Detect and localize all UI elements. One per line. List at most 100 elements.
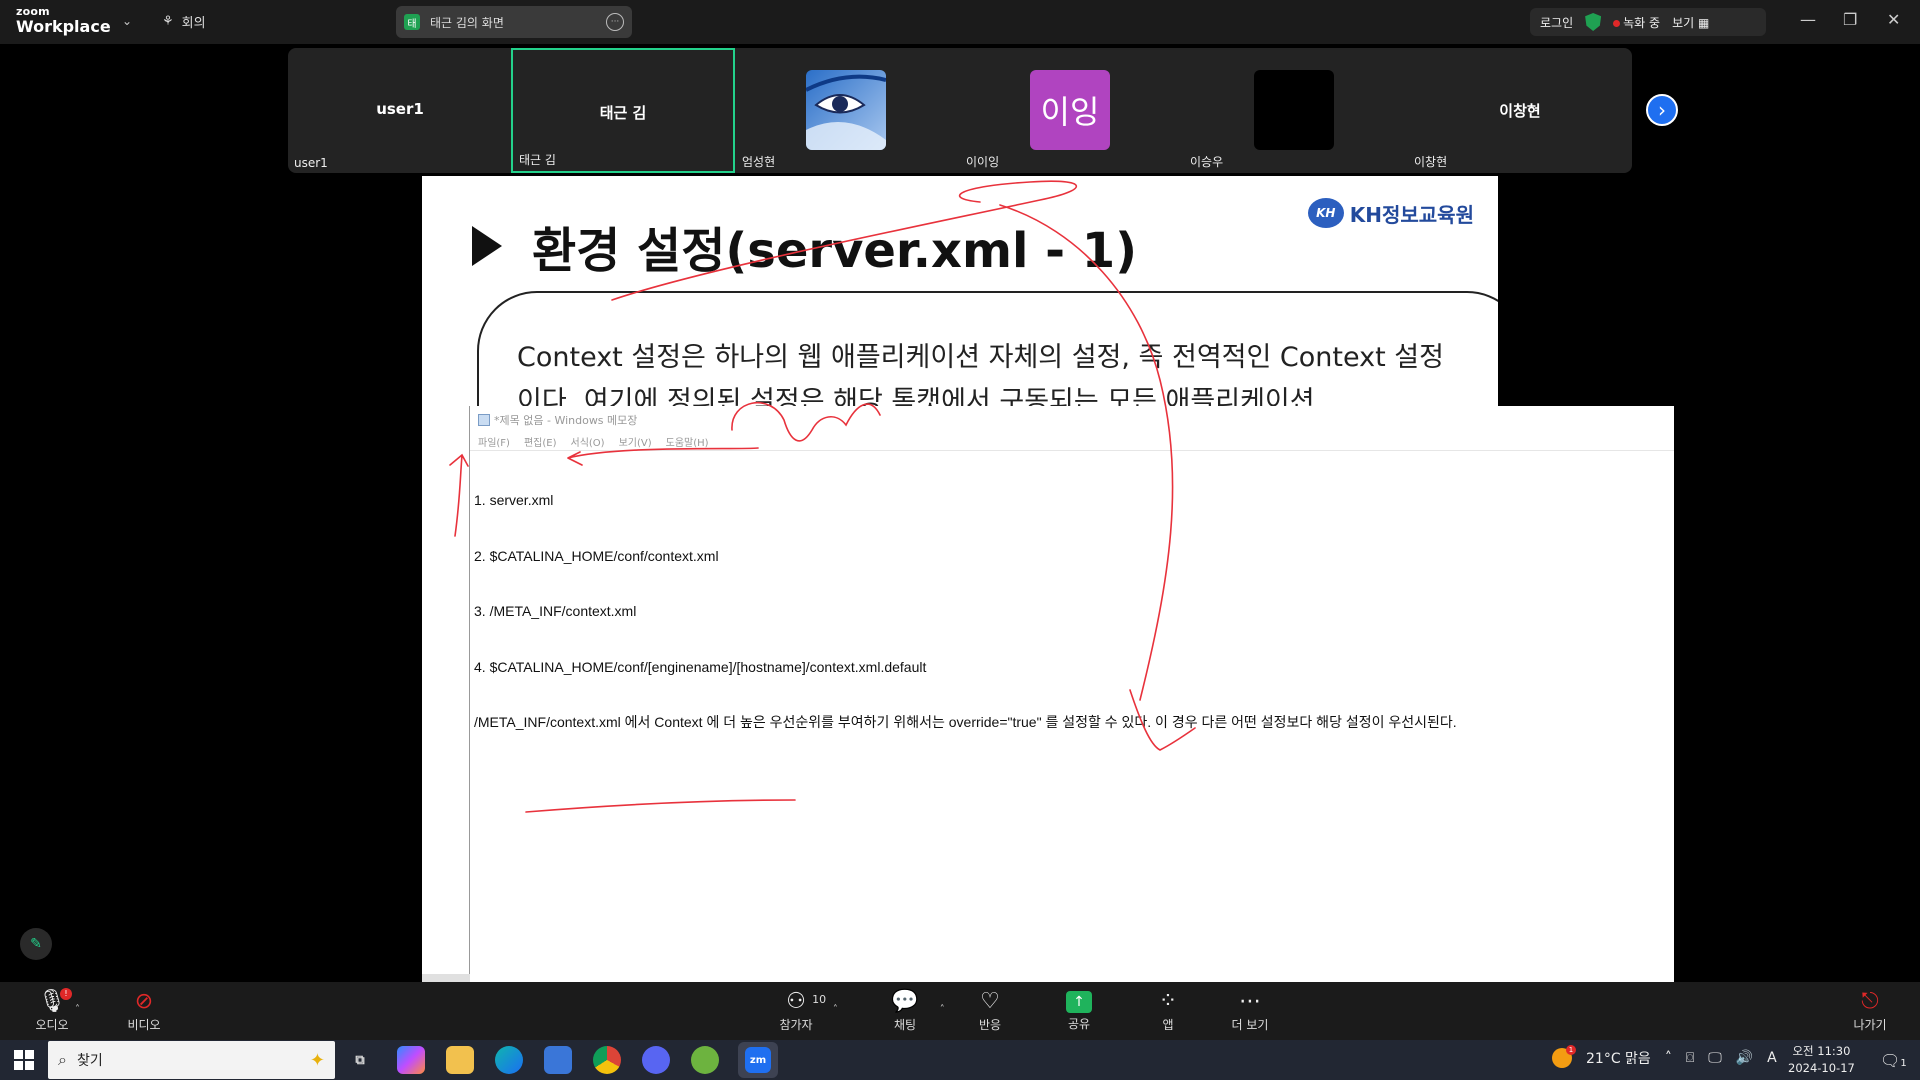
share-button[interactable]: ↑ 공유: [1047, 982, 1111, 1040]
more-label: 더 보기: [1231, 1017, 1269, 1032]
annotate-pencil-button[interactable]: ✎: [20, 928, 52, 960]
participant-tile[interactable]: user1 user1: [288, 48, 512, 173]
chevron-down-icon[interactable]: ⌄: [122, 14, 132, 28]
windows-start-icon[interactable]: [14, 1050, 34, 1070]
task-view-icon[interactable]: ⧉: [346, 1046, 374, 1074]
caret-up-icon[interactable]: ˄: [940, 998, 945, 1022]
search-placeholder: 찾기: [76, 1053, 103, 1069]
notepad-window[interactable]: *제목 없음 - Windows 메모장 파일(F) 편집(E) 서식(O) 보…: [469, 406, 1674, 982]
taskbar-search[interactable]: ⌕ 찾기 ✦: [48, 1041, 335, 1079]
text-line: 1. server.xml: [474, 492, 554, 508]
brand-small: zoom: [16, 5, 50, 18]
copilot-icon[interactable]: [397, 1046, 425, 1074]
minimize-icon[interactable]: —: [1800, 10, 1816, 29]
participants-label: 참가자: [779, 1017, 813, 1032]
alert-badge: !: [59, 987, 72, 1000]
heart-icon: ♡: [980, 988, 1000, 1014]
avatar: 이잉: [1030, 70, 1110, 150]
view-button[interactable]: 보기 ▦: [1672, 14, 1709, 31]
menu-edit[interactable]: 편집(E): [524, 434, 557, 449]
notepad-title: *제목 없음 - Windows 메모장: [494, 414, 638, 427]
store-icon[interactable]: [544, 1046, 572, 1074]
ime-indicator[interactable]: A: [1767, 1050, 1777, 1066]
restore-icon[interactable]: ❐: [1843, 10, 1857, 29]
audio-button[interactable]: 🎙! ˄ 오디오: [20, 982, 84, 1040]
share-label: 공유: [1067, 1016, 1091, 1031]
notification-count: 1: [1900, 1058, 1907, 1069]
notepad-icon: [478, 414, 490, 426]
view-label: 보기: [1672, 15, 1695, 30]
zoom-logo[interactable]: zoom Workplace: [16, 6, 111, 35]
search-icon: ⌕: [58, 1050, 67, 1069]
menu-help[interactable]: 도움말(H): [666, 434, 709, 449]
next-page-button[interactable]: ›: [1646, 94, 1678, 126]
video-button[interactable]: ⊘ 비디오: [112, 982, 176, 1040]
close-icon[interactable]: ✕: [1887, 10, 1900, 29]
more-icon: ⋯: [1239, 988, 1261, 1014]
caret-up-icon[interactable]: ˄: [833, 998, 838, 1022]
more-options-icon[interactable]: ···: [606, 13, 624, 31]
network-icon[interactable]: 🖵: [1708, 1050, 1722, 1066]
weather-text[interactable]: 21°C 맑음: [1586, 1048, 1651, 1068]
menu-file[interactable]: 파일(F): [478, 434, 510, 449]
participant-name: 이창현: [1414, 155, 1448, 169]
taskbar-clock[interactable]: 오전 11:30 2024-10-17: [1788, 1043, 1855, 1077]
login-button[interactable]: 로그인: [1540, 14, 1573, 31]
clock-date: 2024-10-17: [1788, 1061, 1855, 1075]
share-source-label: 태근 김의 화면: [430, 15, 504, 30]
participant-tile[interactable]: 이창현 이창현: [1408, 48, 1632, 173]
chat-icon: 💬 ˄: [891, 989, 944, 1015]
sparkle-icon: ✦: [309, 1049, 325, 1071]
brand-name: Workplace: [16, 17, 111, 36]
meeting-menu[interactable]: ⚘ 회의: [162, 12, 206, 31]
participant-tile[interactable]: 엄성현: [736, 48, 960, 173]
grid-icon: ▦: [1697, 15, 1710, 30]
volume-icon[interactable]: 🔊: [1736, 1050, 1753, 1066]
slide-title: 환경 설정(server.xml - 1): [532, 223, 1138, 279]
chrome-icon[interactable]: [593, 1046, 621, 1074]
participant-tile[interactable]: 이잉 이이잉: [960, 48, 1184, 173]
leave-button[interactable]: ⎋ 나가기: [1838, 982, 1902, 1040]
caret-up-icon[interactable]: ˄: [75, 998, 80, 1022]
file-explorer-icon[interactable]: [446, 1046, 474, 1074]
slide-scroll-strip: [422, 974, 470, 982]
chat-button[interactable]: 💬 ˄ 채팅: [873, 982, 944, 1040]
participant-tile[interactable]: 이승우: [1184, 48, 1408, 173]
video-off-icon: ⊘: [134, 988, 154, 1014]
people-icon: ⚘: [162, 14, 174, 29]
text-line: 3. /META_INF/context.xml: [474, 603, 637, 619]
menu-format[interactable]: 서식(O): [571, 434, 605, 449]
camera-icon[interactable]: ⌼: [1686, 1050, 1694, 1066]
shield-icon[interactable]: [1585, 13, 1602, 31]
participant-name: 엄성현: [742, 155, 776, 169]
participant-center-name: 태근 김: [599, 104, 647, 122]
audio-label: 오디오: [35, 1017, 69, 1032]
participant-tile-active-speaker[interactable]: 태근 김 태근 김: [511, 48, 735, 173]
participants-button[interactable]: ⚇ 10 ˄ 참가자: [764, 982, 838, 1040]
tray-chevron-icon[interactable]: ˄: [1665, 1050, 1672, 1066]
notepad-text-area[interactable]: 1. server.xml 2. $CATALINA_HOME/conf/con…: [474, 454, 1457, 769]
avatar: [1254, 70, 1334, 150]
participants-icon: ⚇ 10 ˄: [786, 989, 838, 1015]
share-source-pill[interactable]: 태 태근 김의 화면 ···: [396, 6, 632, 38]
weather-icon[interactable]: 1: [1552, 1045, 1576, 1068]
reactions-label: 반응: [978, 1017, 1002, 1032]
participant-center-name: 이창현: [1499, 102, 1541, 120]
meeting-label: 회의: [181, 16, 206, 31]
more-button[interactable]: ⋯ 더 보기: [1218, 982, 1282, 1040]
video-label: 비디오: [127, 1017, 161, 1032]
spring-tool-icon[interactable]: [691, 1046, 719, 1074]
menu-view[interactable]: 보기(V): [619, 434, 652, 449]
edge-icon[interactable]: [495, 1046, 523, 1074]
text-line: 2. $CATALINA_HOME/conf/context.xml: [474, 547, 719, 564]
clock-time: 오전 11:30: [1792, 1044, 1851, 1058]
reactions-button[interactable]: ♡ 반응: [958, 982, 1022, 1040]
system-tray: 1 21°C 맑음 ˄ ⌼ 🖵 🔊 A: [1552, 1045, 1777, 1068]
discord-icon[interactable]: [642, 1046, 670, 1074]
zoom-taskbar-button[interactable]: zm: [738, 1042, 778, 1078]
notification-icon[interactable]: 🗨1: [1880, 1051, 1907, 1070]
kh-logo-text: KH정보교육원: [1349, 202, 1474, 227]
recording-indicator[interactable]: 녹화 중: [1613, 14, 1660, 31]
text-line: /META_INF/context.xml 에서 Context 에 더 높은 …: [474, 714, 1457, 730]
apps-button[interactable]: ⁘ 앱: [1136, 982, 1200, 1040]
